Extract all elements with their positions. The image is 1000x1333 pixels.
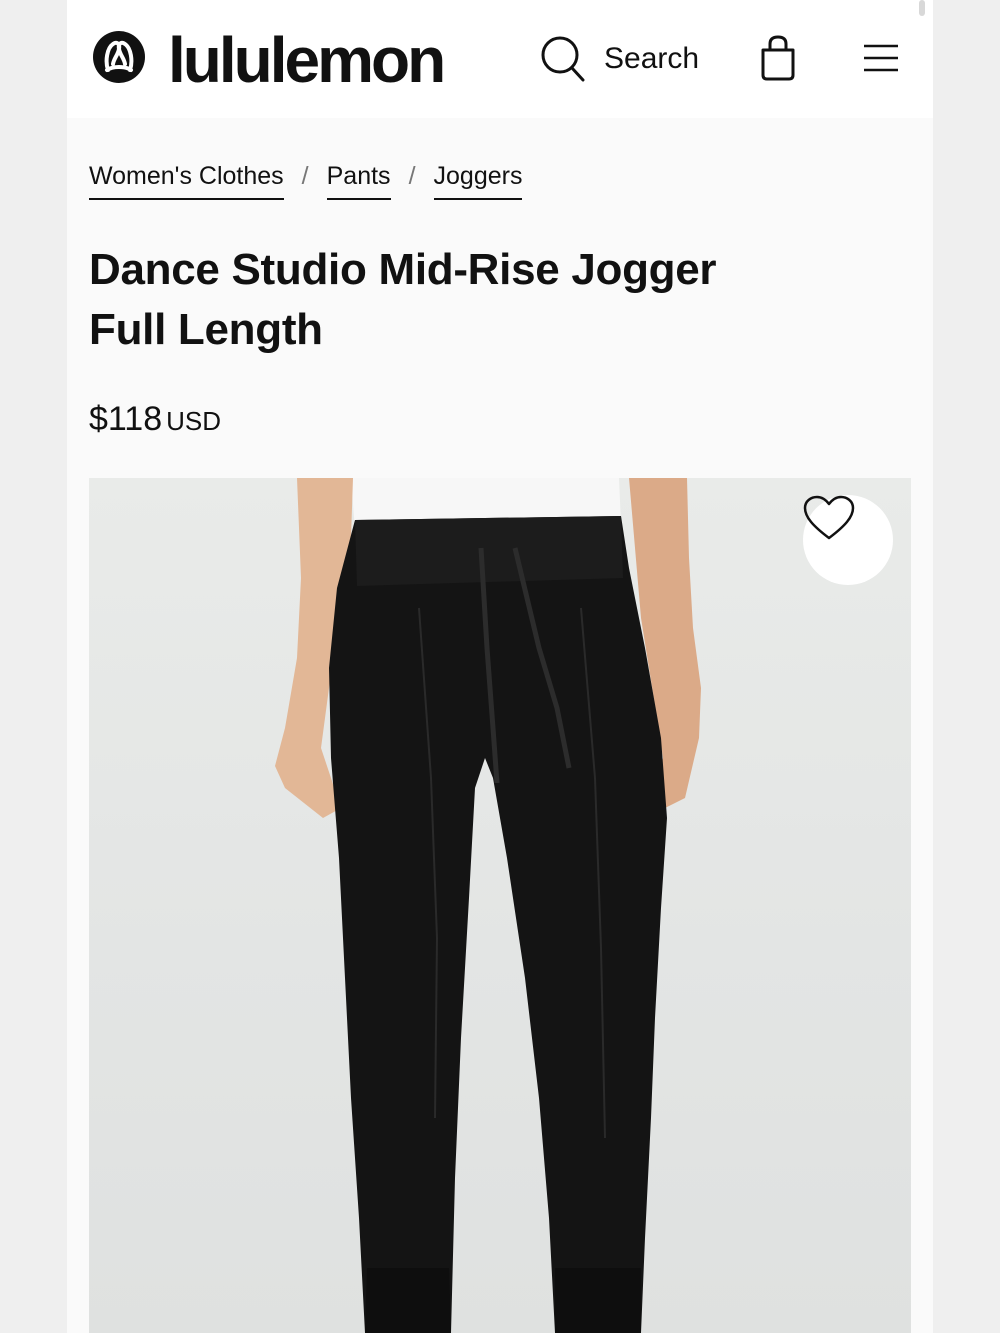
product-image[interactable]	[89, 478, 911, 1333]
breadcrumb-separator: /	[301, 162, 309, 190]
search-button[interactable]: Search	[541, 36, 699, 82]
product-photo	[275, 478, 701, 1333]
breadcrumb-joggers[interactable]: Joggers	[433, 160, 523, 200]
breadcrumb-separator: /	[408, 162, 416, 190]
hamburger-menu-icon[interactable]	[864, 44, 898, 72]
price-currency: USD	[166, 406, 222, 436]
price-amount: $118	[89, 400, 163, 438]
wishlist-button[interactable]	[803, 495, 893, 585]
page-frame: lululemon Search Women's Clothes / Pants…	[67, 0, 933, 1333]
breadcrumb-womens-clothes[interactable]: Women's Clothes	[89, 160, 284, 200]
product-title: Dance Studio Mid-Rise Jogger Full Length	[89, 240, 869, 360]
product-title-line-2: Full Length	[89, 305, 323, 354]
brand-wordmark[interactable]: lululemon	[168, 22, 446, 98]
product-price: $118 USD	[89, 398, 221, 442]
heart-icon	[803, 495, 855, 540]
breadcrumb: Women's Clothes / Pants / Joggers	[89, 160, 523, 202]
site-header: lululemon Search	[67, 0, 933, 118]
lululemon-logo-icon[interactable]	[93, 31, 145, 83]
search-icon	[541, 36, 585, 82]
search-label: Search	[604, 42, 700, 75]
shopping-bag-icon[interactable]	[760, 35, 796, 81]
product-title-line-1: Dance Studio Mid-Rise Jogger	[89, 245, 717, 294]
scrollbar[interactable]	[919, 0, 925, 16]
breadcrumb-pants[interactable]: Pants	[326, 160, 391, 200]
